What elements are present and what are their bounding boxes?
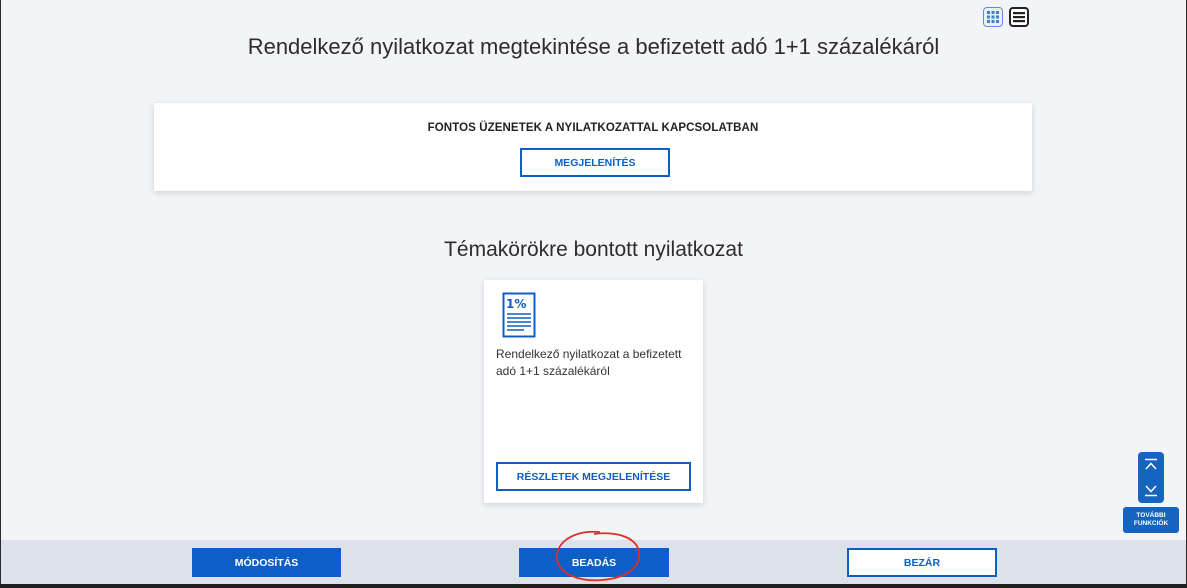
- submit-button[interactable]: BEADÁS: [519, 548, 669, 577]
- show-details-button[interactable]: RÉSZLETEK MEGJELENÍTÉSE: [496, 462, 691, 491]
- view-toggle-group: [983, 7, 1029, 27]
- grid-view-button[interactable]: [983, 7, 1003, 27]
- list-view-icon: [1013, 12, 1025, 23]
- one-percent-label: 1%: [506, 297, 526, 311]
- important-messages-title: FONTOS ÜZENETEK A NYILATKOZATTAL KAPCSOL…: [427, 122, 759, 134]
- grid-view-icon: [987, 11, 999, 23]
- important-messages-card: FONTOS ÜZENETEK A NYILATKOZATTAL KAPCSOL…: [154, 103, 1032, 191]
- list-view-button[interactable]: [1009, 7, 1029, 27]
- window-border-bottom: [0, 584, 1187, 588]
- window-border-left: [0, 0, 1, 588]
- page-title: Rendelkező nyilatkozat megtekintése a be…: [247, 34, 940, 59]
- show-messages-button[interactable]: MEGJELENÍTÉS: [520, 148, 670, 177]
- scroll-bottom-icon[interactable]: [1144, 483, 1158, 497]
- topic-card-text: Rendelkező nyilatkozat a befizetett adó …: [496, 347, 682, 378]
- modify-button[interactable]: MÓDOSÍTÁS: [192, 548, 341, 577]
- topic-card: 1% Rendelkező nyilatkozat a befizetett a…: [484, 280, 703, 503]
- scroll-top-icon[interactable]: [1144, 458, 1158, 472]
- footer-action-bar: MÓDOSÍTÁS BEADÁS BEZÁR: [1, 540, 1186, 584]
- section-title: Témakörökre bontott nyilatkozat: [444, 238, 743, 261]
- close-button[interactable]: BEZÁR: [847, 548, 997, 577]
- one-percent-document-icon: 1%: [502, 292, 536, 338]
- scroll-controls: [1138, 452, 1164, 503]
- more-functions-button[interactable]: TOVÁBBI FUNKCIÓK: [1123, 507, 1179, 533]
